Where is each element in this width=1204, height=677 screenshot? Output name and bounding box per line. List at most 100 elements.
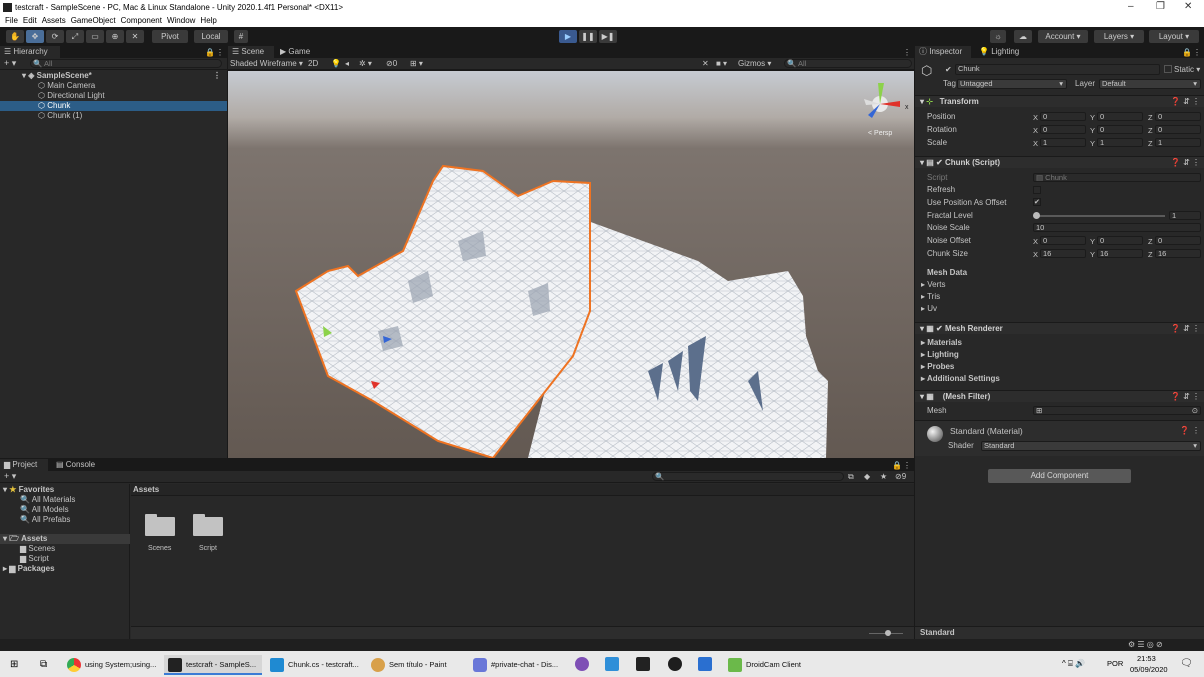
account-dropdown[interactable]: Account ▾ — [1038, 30, 1088, 43]
scale-x-field[interactable]: 1 — [1040, 138, 1086, 147]
component-settings-icons[interactable]: ❓ ⇵ ⋮ — [1171, 96, 1200, 108]
chunk-size-z-field[interactable]: 16 — [1155, 249, 1201, 258]
taskbar-chrome[interactable]: using System;using... — [63, 655, 161, 675]
folder-icon[interactable] — [145, 514, 175, 536]
object-picker-icon[interactable]: ⊙ — [1192, 407, 1198, 415]
task-view-icon[interactable]: ⧉ — [40, 659, 47, 670]
step-button[interactable]: ▶❚ — [599, 30, 617, 43]
scale-y-field[interactable]: 1 — [1097, 138, 1143, 147]
inspector-menu-icon[interactable]: ⋮ — [1193, 47, 1201, 59]
pivot-toggle[interactable]: Pivot — [152, 30, 188, 43]
pinned-notepad-icon[interactable] — [698, 657, 712, 671]
rotation-z-field[interactable]: 0 — [1155, 125, 1201, 134]
scale-tool-icon[interactable]: ⤢ — [66, 30, 84, 43]
status-icons[interactable]: ⚙ ☰ ◎ ⊘ — [1128, 640, 1163, 649]
mesh-renderer-header[interactable]: ▾ ▦ ✔ Mesh Renderer ❓ ⇵ ⋮ — [915, 322, 1204, 334]
materials-foldout[interactable]: ▸ Materials — [921, 338, 962, 348]
persp-label[interactable]: < Persp — [868, 130, 892, 137]
tab-console[interactable]: ▤ Console — [52, 459, 100, 471]
active-checkbox[interactable]: ✔ — [945, 65, 952, 74]
folder-label[interactable]: Script — [199, 544, 217, 554]
hierarchy-item-selected[interactable]: ⬡ Chunk — [0, 101, 227, 111]
project-create-button[interactable]: + ▾ — [4, 471, 16, 482]
favorite-star-icon[interactable]: ★ — [880, 472, 887, 481]
taskbar-vscode[interactable]: Chunk.cs - testcraft... — [266, 655, 364, 675]
component-settings-icons[interactable]: ❓ ⇵ ⋮ — [1171, 157, 1200, 169]
chunk-script-header[interactable]: ▾ ▤ ✔ Chunk (Script) ❓ ⇵ ⋮ — [915, 156, 1204, 168]
shader-dropdown[interactable]: Standard ▾ — [981, 441, 1201, 451]
close-icon[interactable]: ✕ — [1184, 1, 1192, 12]
gizmos-dropdown[interactable]: Gizmos ▾ — [738, 59, 771, 68]
tab-game[interactable]: ▶ Game — [276, 46, 316, 58]
windows-start-icon[interactable]: ⊞ — [10, 659, 18, 670]
grid-dropdown-icon[interactable]: ⊞ ▾ — [410, 59, 423, 68]
additional-settings-foldout[interactable]: ▸ Additional Settings — [921, 374, 1000, 384]
clock-time[interactable]: 21:53 — [1137, 654, 1156, 663]
hidden-packages-icon[interactable]: ⊘9 — [895, 472, 906, 481]
tray-icons[interactable]: ^ ⌸ 🔊 — [1062, 659, 1085, 669]
breadcrumb-assets[interactable]: Assets — [133, 485, 159, 495]
fractal-slider[interactable] — [1035, 215, 1165, 217]
taskbar-discord[interactable]: #private-chat - Dis... — [469, 655, 567, 675]
packages-folder[interactable]: ▸ ▆ Packages — [0, 564, 130, 574]
noise-offset-x-field[interactable]: 0 — [1040, 236, 1086, 245]
layout-dropdown[interactable]: Layout ▾ — [1149, 30, 1199, 43]
taskbar-paint[interactable]: Sem título - Paint — [367, 655, 465, 675]
tab-lighting[interactable]: 💡 Lighting — [975, 46, 1029, 58]
menu-component[interactable]: Component — [121, 15, 162, 27]
transform-tool-icon[interactable]: ⊕ — [106, 30, 124, 43]
pinned-terminal-icon[interactable] — [636, 657, 650, 671]
scene-root[interactable]: ▾ ◈ SampleScene* ⋮ — [0, 71, 227, 81]
preview-bar[interactable]: Standard — [915, 626, 1204, 639]
audio-toggle-icon[interactable]: ◂ — [345, 59, 349, 68]
pinned-app-icon[interactable] — [668, 657, 682, 671]
draw-mode-dropdown[interactable]: Shaded Wireframe ▾ — [230, 59, 303, 68]
input-language[interactable]: POR — [1107, 659, 1123, 668]
filter-by-type-icon[interactable]: ⧉ — [848, 472, 854, 482]
inspector-lock-icon[interactable]: 🔒 — [1182, 47, 1192, 59]
restore-icon[interactable]: ❐ — [1156, 1, 1165, 12]
filter-by-label-icon[interactable]: ◆ — [864, 472, 870, 481]
tools-icon[interactable]: ✕ — [702, 59, 709, 68]
component-settings-icons[interactable]: ❓ ⇵ ⋮ — [1171, 323, 1200, 335]
create-button[interactable]: + ▾ — [4, 58, 16, 69]
tab-inspector[interactable]: ⓘ Inspector — [915, 46, 971, 58]
project-search-input[interactable]: 🔍 — [652, 472, 844, 481]
mesh-field[interactable]: ⊞ ⊙ — [1033, 406, 1201, 415]
rotate-tool-icon[interactable]: ⟳ — [46, 30, 64, 43]
refresh-checkbox[interactable] — [1033, 186, 1041, 194]
grid-snap-icon[interactable]: # — [234, 30, 248, 43]
custom-tool-icon[interactable]: ✕ — [126, 30, 144, 43]
layer-dropdown[interactable]: Default ▾ — [1099, 79, 1201, 89]
scale-z-field[interactable]: 1 — [1155, 138, 1201, 147]
notifications-icon[interactable]: 🗨 — [1180, 658, 1193, 669]
chunk-size-y-field[interactable]: 16 — [1097, 249, 1143, 258]
tab-project[interactable]: ▆ Project — [0, 459, 48, 471]
favorite-item[interactable]: 🔍 All Materials — [0, 495, 130, 505]
tris-foldout[interactable]: ▸ Tris — [921, 292, 940, 302]
minimize-icon[interactable]: – — [1128, 1, 1134, 12]
menu-file[interactable]: File — [5, 15, 18, 27]
chunk-size-x-field[interactable]: 16 — [1040, 249, 1086, 258]
rotation-x-field[interactable]: 0 — [1040, 125, 1086, 134]
local-toggle[interactable]: Local — [194, 30, 228, 43]
hierarchy-item[interactable]: ⬡ Main Camera — [0, 81, 227, 91]
clock-date[interactable]: 05/09/2020 — [1130, 665, 1168, 674]
material-settings-icons[interactable]: ❓ ⋮ — [1180, 426, 1200, 435]
position-x-field[interactable]: 0 — [1040, 112, 1086, 121]
component-settings-icons[interactable]: ❓ ⇵ ⋮ — [1171, 391, 1200, 403]
lighting-foldout[interactable]: ▸ Lighting — [921, 350, 959, 360]
use-position-checkbox[interactable]: ✔ — [1033, 198, 1041, 206]
noise-scale-field[interactable]: 10 — [1033, 223, 1201, 232]
noise-offset-y-field[interactable]: 0 — [1097, 236, 1143, 245]
collab-icon[interactable]: ☼ — [990, 30, 1006, 43]
folder-icon[interactable] — [193, 514, 223, 536]
taskbar-droidcam[interactable]: DroidCam Client — [724, 655, 822, 675]
folder-label[interactable]: Scenes — [148, 544, 171, 554]
fractal-value-field[interactable]: 1 — [1169, 211, 1201, 220]
tab-scene[interactable]: ☰ Scene — [228, 46, 274, 58]
menu-window[interactable]: Window — [167, 15, 195, 27]
hierarchy-item[interactable]: ⬡ Directional Light — [0, 91, 227, 101]
hierarchy-search-input[interactable]: 🔍 All — [30, 59, 222, 68]
icon-size-slider-handle[interactable] — [885, 630, 891, 636]
